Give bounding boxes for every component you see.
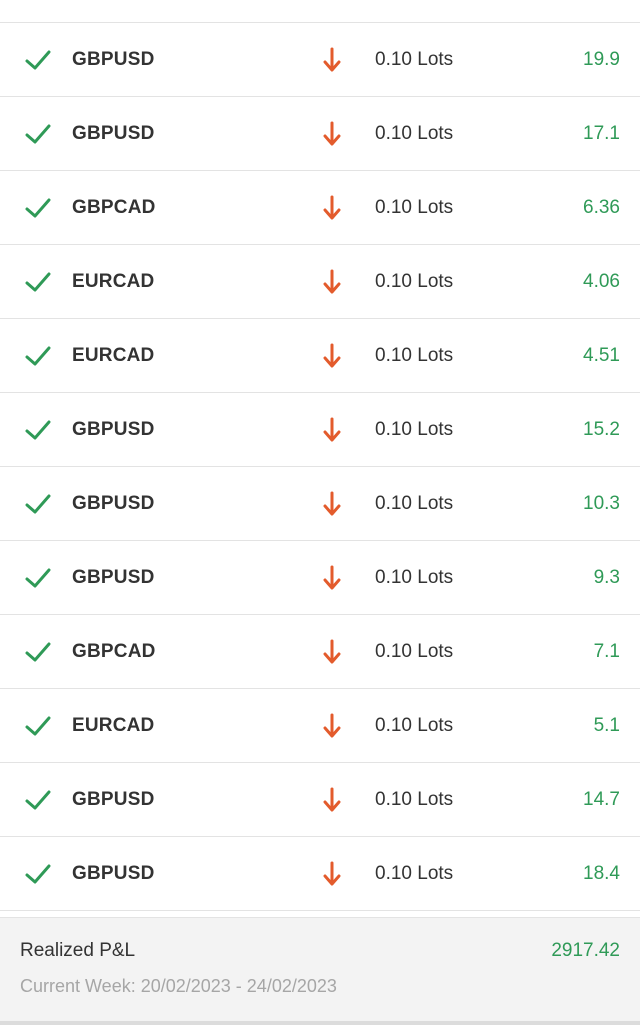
arrow-down-icon — [323, 269, 341, 293]
trade-symbol: GBPUSD — [72, 492, 155, 514]
check-icon — [25, 494, 51, 513]
trade-row[interactable]: GBPUSD 0.10 Lots 14.7 — [0, 763, 640, 837]
trade-pnl: 14.7 — [583, 788, 620, 810]
arrow-down-icon — [323, 565, 341, 589]
trade-symbol: GBPUSD — [72, 418, 155, 440]
arrow-down-icon — [323, 343, 341, 367]
realized-pnl-summary: Realized P&L 2917.42 Current Week: 20/02… — [0, 917, 640, 1025]
trade-symbol: GBPUSD — [72, 788, 155, 810]
trade-volume: 0.10 Lots — [375, 122, 454, 144]
trade-pnl: 6.36 — [583, 196, 620, 218]
trade-symbol: GBPCAD — [72, 196, 156, 218]
trade-volume: 0.10 Lots — [375, 862, 454, 884]
trade-symbol: EURCAD — [72, 714, 155, 736]
trade-row[interactable]: GBPCAD 0.10 Lots 6.36 — [0, 171, 640, 245]
trade-symbol: GBPUSD — [72, 566, 155, 588]
trade-symbol: GBPUSD — [72, 862, 155, 884]
trade-row[interactable]: GBPUSD 0.10 Lots 19.9 — [0, 23, 640, 97]
trade-history-list: GBPUSD 0.10 Lots 19.9 GBPUSD 0.10 Lots 1… — [0, 23, 640, 911]
trade-volume: 0.10 Lots — [375, 48, 454, 70]
check-icon — [25, 272, 51, 291]
trade-symbol: GBPCAD — [72, 640, 156, 662]
trade-row[interactable]: GBPUSD 0.10 Lots 9.3 — [0, 541, 640, 615]
trade-row[interactable]: GBPUSD 0.10 Lots 15.2 — [0, 393, 640, 467]
trade-pnl: 9.3 — [593, 566, 620, 588]
trade-pnl: 17.1 — [583, 122, 620, 144]
trade-volume: 0.10 Lots — [375, 640, 454, 662]
trade-row[interactable]: EURCAD 0.10 Lots 5.1 — [0, 689, 640, 763]
trade-symbol: EURCAD — [72, 270, 155, 292]
trade-pnl: 19.9 — [583, 48, 620, 70]
trade-symbol: GBPUSD — [72, 48, 155, 70]
trade-volume: 0.10 Lots — [375, 270, 454, 292]
check-icon — [25, 864, 51, 883]
check-icon — [25, 716, 51, 735]
check-icon — [25, 790, 51, 809]
summary-period: Current Week: 20/02/2023 - 24/02/2023 — [20, 976, 337, 996]
check-icon — [25, 642, 51, 661]
trade-pnl: 4.06 — [583, 270, 620, 292]
trade-pnl: 5.1 — [593, 714, 620, 736]
trade-pnl: 4.51 — [583, 344, 620, 366]
arrow-down-icon — [323, 713, 341, 737]
trade-pnl: 15.2 — [583, 418, 620, 440]
trade-row[interactable]: EURCAD 0.10 Lots 4.06 — [0, 245, 640, 319]
trade-row[interactable]: GBPCAD 0.10 Lots 7.1 — [0, 615, 640, 689]
arrow-down-icon — [323, 861, 341, 885]
arrow-down-icon — [323, 491, 341, 515]
trade-pnl: 18.4 — [583, 862, 620, 884]
arrow-down-icon — [323, 47, 341, 71]
check-icon — [25, 124, 51, 143]
trade-volume: 0.10 Lots — [375, 566, 454, 588]
check-icon — [25, 346, 51, 365]
realized-pnl-value: 2917.42 — [551, 940, 620, 961]
arrow-down-icon — [323, 121, 341, 145]
list-top-divider — [0, 0, 640, 23]
check-icon — [25, 198, 51, 217]
trade-row[interactable]: GBPUSD 0.10 Lots 17.1 — [0, 97, 640, 171]
check-icon — [25, 50, 51, 69]
trade-pnl: 10.3 — [583, 492, 620, 514]
trade-volume: 0.10 Lots — [375, 788, 454, 810]
bottom-divider — [0, 1021, 640, 1025]
realized-pnl-label: Realized P&L — [20, 940, 136, 961]
arrow-down-icon — [323, 787, 341, 811]
arrow-down-icon — [323, 639, 341, 663]
arrow-down-icon — [323, 195, 341, 219]
trade-symbol: EURCAD — [72, 344, 155, 366]
trade-volume: 0.10 Lots — [375, 714, 454, 736]
check-icon — [25, 568, 51, 587]
trade-row[interactable]: GBPUSD 0.10 Lots 18.4 — [0, 837, 640, 911]
arrow-down-icon — [323, 417, 341, 441]
trade-volume: 0.10 Lots — [375, 418, 454, 440]
trade-row[interactable]: EURCAD 0.10 Lots 4.51 — [0, 319, 640, 393]
trade-volume: 0.10 Lots — [375, 196, 454, 218]
trade-volume: 0.10 Lots — [375, 492, 454, 514]
trade-row[interactable]: GBPUSD 0.10 Lots 10.3 — [0, 467, 640, 541]
trade-pnl: 7.1 — [593, 640, 620, 662]
trade-volume: 0.10 Lots — [375, 344, 454, 366]
trade-symbol: GBPUSD — [72, 122, 155, 144]
check-icon — [25, 420, 51, 439]
